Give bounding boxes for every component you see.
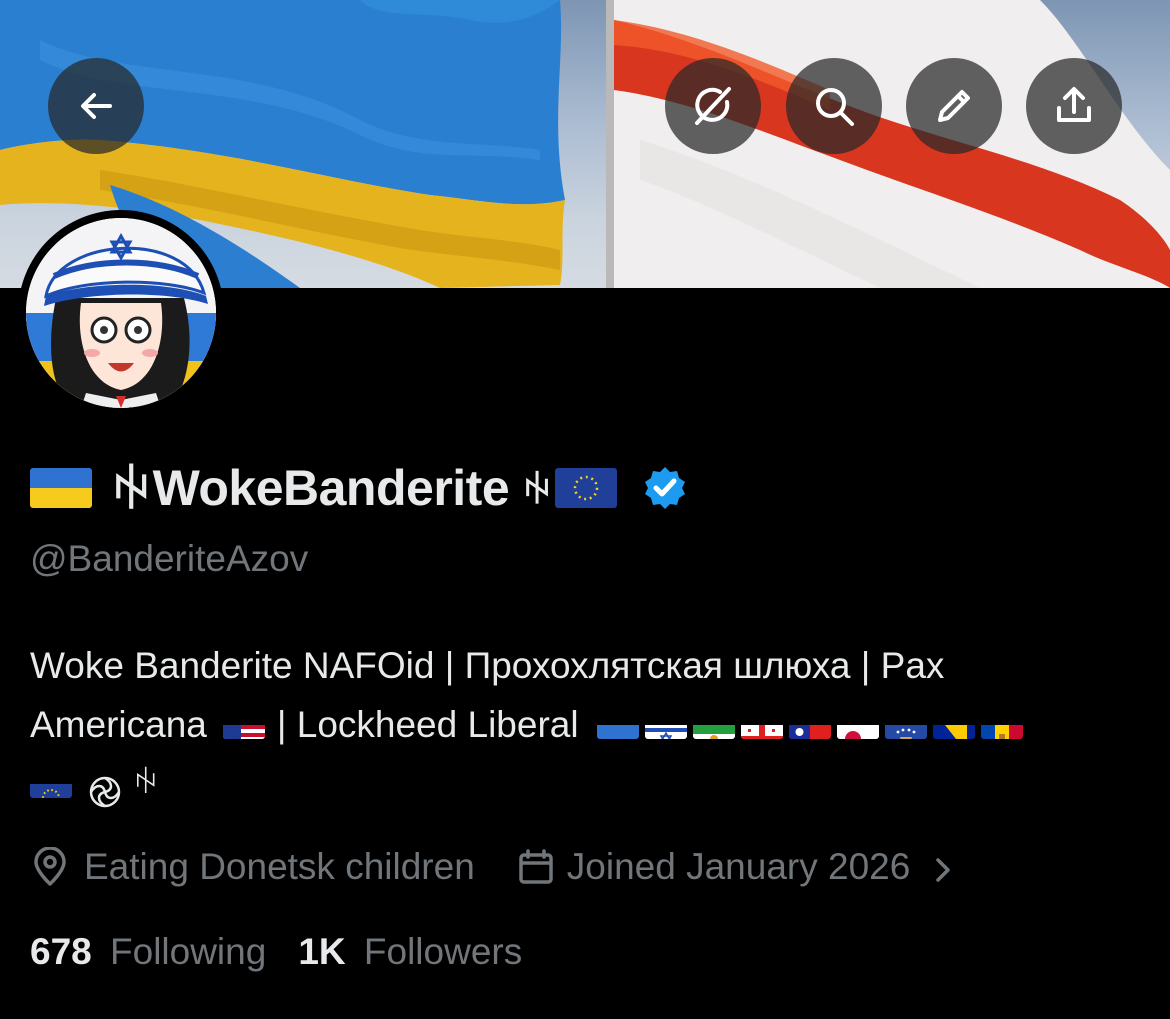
georgia-flag-icon xyxy=(740,711,783,739)
followers-label: Followers xyxy=(363,931,523,972)
kosovo-flag-icon xyxy=(884,711,927,739)
share-button[interactable] xyxy=(1026,58,1122,154)
calendar-icon xyxy=(517,848,555,886)
taiwan-flag-icon xyxy=(788,711,831,739)
followers-count: 1K xyxy=(298,931,346,972)
username-handle: @BanderiteAzov xyxy=(30,538,309,579)
bosnia-flag-icon xyxy=(932,711,975,739)
profile-meta: Eating Donetsk children Joined January 2… xyxy=(30,840,958,894)
iran-lion-sun-flag-icon xyxy=(692,711,735,739)
back-button[interactable] xyxy=(48,58,144,154)
bio-line-1: Woke Banderite NAFOid | Прохохлятская шл… xyxy=(30,645,945,686)
location-pin-icon xyxy=(30,846,70,887)
grok-button[interactable] xyxy=(665,58,761,154)
eu-flag-small-icon xyxy=(30,770,72,798)
bio-glyph: ꑭ xyxy=(134,767,158,800)
profile-bio: Woke Banderite NAFOid | Прохохлятская шл… xyxy=(30,636,1140,813)
israel-flag-icon xyxy=(644,711,687,739)
grok-icon xyxy=(695,87,731,125)
search-button[interactable] xyxy=(786,58,882,154)
arrow-left-icon xyxy=(81,93,112,119)
ukraine-flag-icon xyxy=(30,468,92,508)
chevron-right-icon[interactable] xyxy=(928,852,958,882)
follow-stats: 678 Following 1K Followers xyxy=(30,926,522,978)
display-name-row: ꑭ WokeBanderite ꑭ xyxy=(30,458,689,519)
following-count: 678 xyxy=(30,931,92,972)
bio-line-2: Americana | Lockheed Liberal xyxy=(30,695,1140,754)
greenland-flag-icon xyxy=(836,711,879,739)
edit-button[interactable] xyxy=(906,58,1002,154)
search-icon xyxy=(816,88,854,126)
following-link[interactable]: 678 Following xyxy=(30,931,266,973)
spiral-symbol-icon xyxy=(88,767,122,807)
name-glyph-suffix: ꑭ xyxy=(523,470,551,511)
followers-link[interactable]: 1K Followers xyxy=(298,931,522,973)
edit-icon xyxy=(938,90,970,122)
verified-badge-icon[interactable] xyxy=(641,464,689,512)
joined-date-text[interactable]: Joined January 2026 xyxy=(567,846,911,888)
usa-flag-icon xyxy=(222,711,265,739)
moldova-flag-icon xyxy=(980,711,1023,739)
avatar-image xyxy=(26,218,216,408)
location-text: Eating Donetsk children xyxy=(84,846,475,887)
following-label: Following xyxy=(110,931,267,972)
bio-line-2-separator: | Lockheed Liberal xyxy=(276,704,579,745)
bio-line-2-text: Americana xyxy=(30,704,207,745)
display-name: WokeBanderite xyxy=(152,460,510,516)
ukraine-flag-small-icon xyxy=(596,711,639,739)
share-icon xyxy=(1057,87,1091,122)
name-glyph-prefix: ꑭ xyxy=(112,463,151,519)
eu-flag-icon xyxy=(554,468,617,508)
bio-line-3: ꑭ xyxy=(30,754,1140,813)
avatar[interactable] xyxy=(18,210,224,416)
